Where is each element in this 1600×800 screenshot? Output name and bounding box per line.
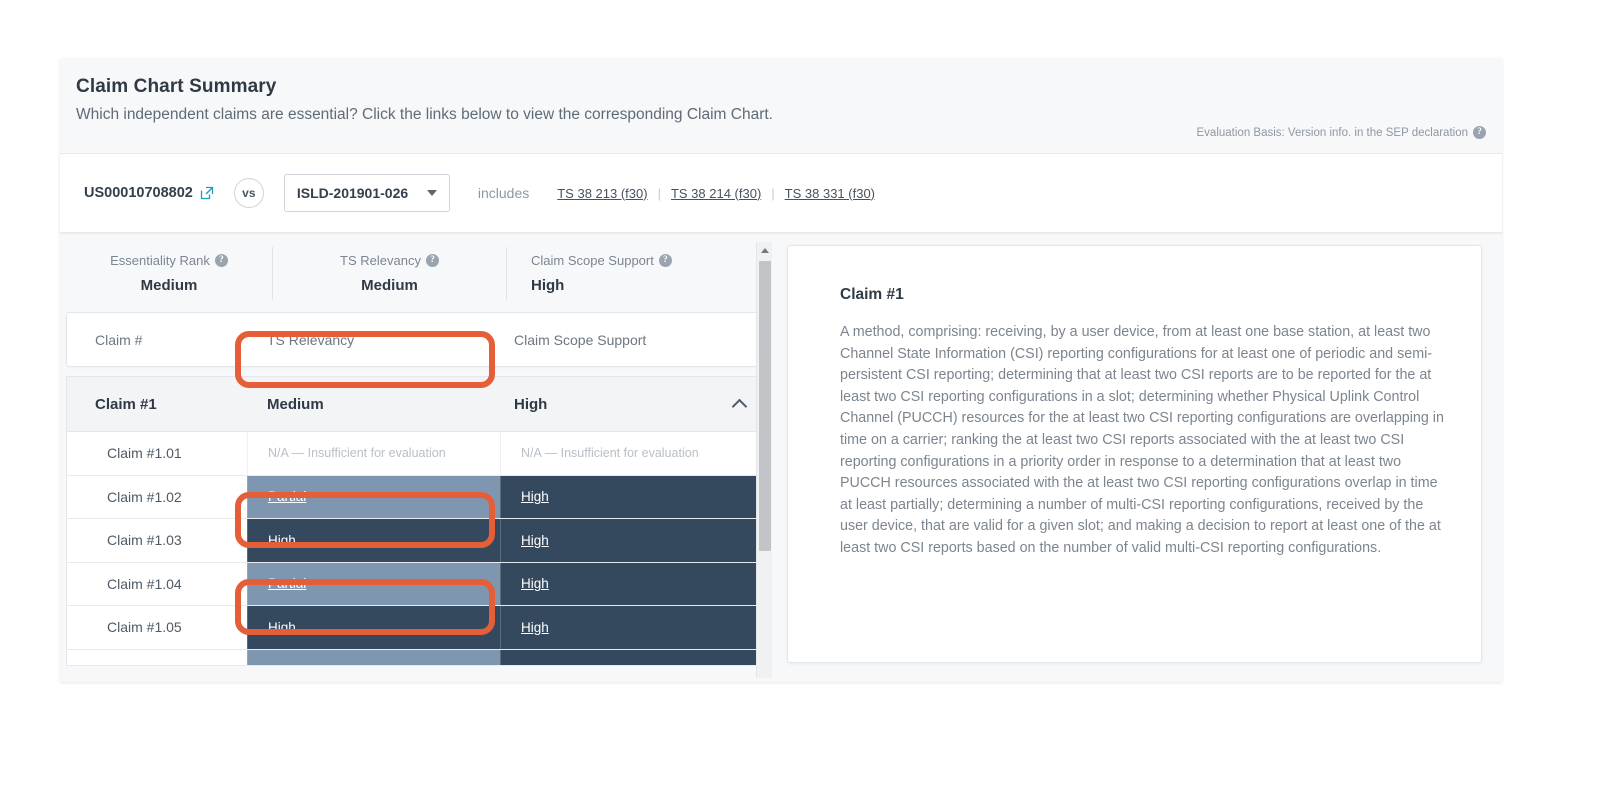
rank-summary-claim-scope-support-label: Claim Scope Support: [531, 253, 654, 268]
help-icon[interactable]: ?: [1473, 126, 1486, 139]
ts-link-2[interactable]: TS 38 214 (f30): [671, 186, 761, 201]
row-claim-scope-support[interactable]: High: [500, 606, 759, 649]
ts-link-separator-2: |: [771, 185, 775, 201]
row-claim-scope-support[interactable]: High: [500, 519, 759, 562]
claim-group-ts-relevancy: Medium: [267, 395, 324, 413]
row-claim-id: Claim #1.02: [107, 488, 182, 505]
help-icon[interactable]: ?: [658, 254, 672, 267]
rank-summary-ts-relevancy-label-wrap: TS Relevancy ?: [340, 253, 439, 268]
content-area: Essentiality Rank ? Medium TS Relevancy …: [60, 235, 1502, 682]
row-claim-id: Claim #1.01: [107, 445, 182, 462]
row-claim-scope-support-link[interactable]: High: [521, 533, 549, 548]
table-row[interactable]: [66, 649, 766, 666]
rank-summary-ts-relevancy: TS Relevancy ? Medium: [273, 253, 506, 294]
chevron-down-icon: [426, 190, 437, 196]
standard-select-value: ISLD-201901-026: [296, 185, 409, 201]
row-claim-scope-support-link[interactable]: High: [521, 489, 549, 504]
row-claim-scope-support[interactable]: High: [500, 475, 759, 518]
row-claim-scope-support-link[interactable]: High: [521, 620, 549, 635]
ts-links-group: TS 38 213 (f30) | TS 38 214 (f30) | TS 3…: [557, 186, 875, 201]
scroll-up-arrow-icon: [760, 247, 769, 253]
standard-select[interactable]: ISLD-201901-026: [283, 174, 450, 212]
row-claim-scope-support-link[interactable]: High: [521, 576, 549, 591]
page-title: Claim Chart Summary: [76, 76, 277, 97]
row-claim-id: Claim #1.03: [107, 532, 182, 549]
claim-detail-body: A method, comprising: receiving, by a us…: [840, 324, 1444, 556]
patent-id[interactable]: US00010708802: [84, 185, 214, 201]
row-claim-id: Claim #1.05: [107, 619, 182, 636]
column-header-ts-relevancy: TS Relevancy: [267, 331, 355, 348]
collapse-toggle[interactable]: [719, 397, 759, 414]
rank-summary-ts-relevancy-value: Medium: [361, 277, 418, 294]
row-ts-relevancy-link[interactable]: Partial: [268, 576, 306, 591]
row-ts-relevancy: N/A — Insufficient for evaluation: [247, 432, 500, 475]
row-ts-relevancy[interactable]: [247, 649, 500, 665]
claim-group-label: Claim #1: [95, 395, 157, 413]
table-column-header: Claim # TS Relevancy Claim Scope Support: [66, 312, 766, 367]
claims-table-panel: Essentiality Rank ? Medium TS Relevancy …: [60, 235, 772, 682]
evaluation-basis-label: Evaluation Basis: Version info. in the S…: [1196, 126, 1468, 139]
row-claim-id: Claim #1.04: [107, 575, 182, 592]
rank-summary-claim-scope-support: Claim Scope Support ? High: [507, 253, 747, 294]
table-row[interactable]: Claim #1.02 Partial High: [66, 475, 766, 519]
rank-summary-essentiality-label: Essentiality Rank: [110, 253, 210, 268]
scrollbar-thumb[interactable]: [759, 261, 771, 551]
row-ts-relevancy-link[interactable]: Partial: [268, 489, 306, 504]
row-ts-relevancy[interactable]: Partial: [247, 475, 500, 518]
comparison-bar: US00010708802 vs ISLD-201901-026 include…: [60, 153, 1502, 233]
rank-summary-essentiality: Essentiality Rank ? Medium: [66, 253, 272, 294]
row-ts-relevancy-link[interactable]: High: [268, 620, 296, 635]
ts-link-3[interactable]: TS 38 331 (f30): [785, 186, 875, 201]
ts-link-separator-1: |: [657, 185, 661, 201]
table-row[interactable]: Claim #1.04 Partial High: [66, 562, 766, 606]
evaluation-basis: Evaluation Basis: Version info. in the S…: [1197, 126, 1486, 139]
rank-summary-essentiality-value: Medium: [140, 277, 198, 294]
table-row[interactable]: Claim #1.03 High High: [66, 519, 766, 563]
row-claim-scope-support: N/A — Insufficient for evaluation: [500, 432, 759, 475]
table-row[interactable]: Claim #1.05 High High: [66, 606, 766, 650]
rank-summary-header: Essentiality Rank ? Medium TS Relevancy …: [60, 235, 772, 312]
table-rows: Claim #1.01 N/A — Insufficient for evalu…: [66, 432, 766, 666]
rank-summary-claim-scope-support-value: High: [531, 277, 565, 294]
rank-summary-ts-relevancy-label: TS Relevancy: [340, 253, 421, 268]
claim-detail-panel: Claim #1 A method, comprising: receiving…: [787, 245, 1482, 663]
vs-label: vs: [242, 186, 256, 200]
rank-summary-claim-scope-support-label-wrap: Claim Scope Support ?: [531, 253, 672, 268]
claim-group-claim-scope-support: High: [514, 395, 548, 413]
column-header-claim: Claim #: [95, 331, 143, 348]
rank-summary-essentiality-label-wrap: Essentiality Rank ?: [110, 253, 228, 268]
help-icon[interactable]: ?: [425, 254, 439, 267]
vs-badge: vs: [233, 178, 264, 208]
row-claim-id: [67, 650, 247, 665]
table-row[interactable]: Claim #1.01 N/A — Insufficient for evalu…: [66, 432, 766, 476]
patent-id-label: US00010708802: [84, 185, 193, 201]
help-icon[interactable]: ?: [214, 254, 228, 267]
row-ts-relevancy[interactable]: Partial: [247, 562, 500, 605]
claim-detail-title: Claim #1: [840, 286, 904, 303]
page-subtitle: Which independent claims are essential? …: [76, 106, 773, 123]
card-header: Claim Chart Summary Which independent cl…: [60, 58, 1502, 139]
ts-link-1[interactable]: TS 38 213 (f30): [557, 186, 647, 201]
row-ts-relevancy-link[interactable]: High: [268, 533, 296, 548]
external-link-icon[interactable]: [200, 186, 214, 200]
chevron-up-icon: [731, 398, 747, 414]
claim-chart-summary-card: Claim Chart Summary Which independent cl…: [60, 58, 1502, 682]
column-header-claim-scope-support: Claim Scope Support: [514, 331, 647, 348]
row-claim-scope-support[interactable]: [500, 649, 759, 665]
scrollbar-up-button[interactable]: [757, 242, 772, 258]
claim-group-row[interactable]: Claim #1 Medium High: [66, 376, 766, 432]
row-claim-scope-support[interactable]: High: [500, 562, 759, 605]
vertical-scrollbar[interactable]: [756, 242, 772, 678]
row-ts-relevancy[interactable]: High: [247, 606, 500, 649]
row-ts-relevancy[interactable]: High: [247, 519, 500, 562]
includes-label: includes: [477, 185, 530, 201]
